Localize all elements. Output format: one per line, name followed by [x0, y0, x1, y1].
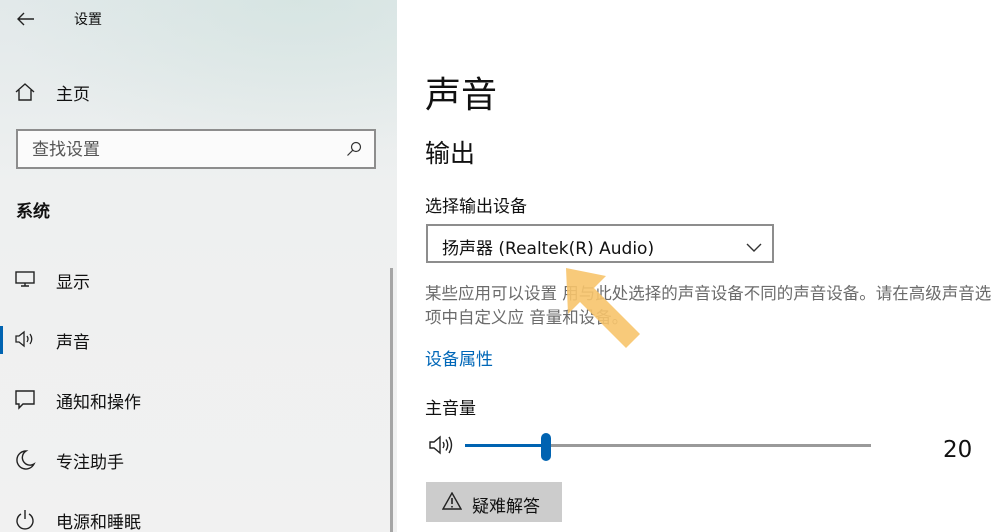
slider-fill [465, 444, 546, 447]
speaker-icon [14, 329, 38, 353]
sidebar-item-label: 通知和操作 [56, 393, 141, 413]
monitor-icon [14, 269, 36, 293]
sidebar-item-home[interactable]: 主页 [0, 74, 397, 108]
chevron-down-icon [746, 238, 762, 257]
master-volume-label: 主音量 [425, 399, 476, 419]
sidebar-item-display[interactable]: 显示 [0, 258, 390, 302]
back-arrow-icon [17, 12, 34, 26]
sidebar-item-label: 电源和睡眠 [56, 513, 141, 532]
sidebar-item-focus-assist[interactable]: 专注助手 [0, 438, 390, 482]
device-properties-link[interactable]: 设备属性 [425, 345, 493, 370]
master-volume-slider[interactable] [465, 431, 871, 461]
page-title: 声音 [425, 75, 498, 116]
moon-icon [14, 449, 36, 475]
volume-speaker-icon[interactable] [428, 433, 456, 461]
sidebar-item-label: 显示 [56, 273, 90, 293]
slider-thumb[interactable] [541, 433, 551, 461]
troubleshoot-button[interactable]: 疑难解答 [426, 482, 562, 522]
notification-icon [14, 389, 36, 415]
main-content: 声音 输出 选择输出设备 扬声器 (Realtek(R) Audio) 某些应用… [397, 0, 999, 532]
annotation-arrow-icon [566, 268, 640, 348]
sidebar-item-label: 主页 [56, 85, 90, 105]
search-icon[interactable] [346, 141, 362, 161]
warning-icon [441, 491, 463, 513]
home-icon [14, 82, 36, 106]
app-title: 设置 [74, 12, 102, 28]
back-button[interactable] [10, 6, 42, 32]
output-device-value: 扬声器 (Realtek(R) Audio) [442, 239, 655, 259]
search-input[interactable] [32, 139, 332, 161]
troubleshoot-label: 疑难解答 [472, 497, 540, 516]
section-heading: 系统 [16, 202, 50, 222]
sidebar-item-label: 声音 [56, 333, 90, 353]
sidebar: 设置 主页 系统 显示 [0, 0, 397, 532]
output-section-title: 输出 [425, 139, 476, 168]
sidebar-item-label: 专注助手 [56, 453, 124, 473]
output-device-select[interactable]: 扬声器 (Realtek(R) Audio) [426, 224, 774, 263]
power-icon [14, 509, 36, 532]
output-device-label: 选择输出设备 [425, 197, 527, 217]
sidebar-scrollbar[interactable] [390, 268, 393, 532]
master-volume-value: 20 [943, 437, 973, 463]
search-box[interactable] [16, 129, 376, 169]
sidebar-item-sound[interactable]: 声音 [0, 318, 390, 362]
sidebar-item-power[interactable]: 电源和睡眠 [0, 498, 390, 532]
output-description: 某些应用可以设置 用与此处选择的声音设备不同的声音设备。请在高级声音选项中自定义… [425, 284, 992, 327]
sidebar-item-notifications[interactable]: 通知和操作 [0, 378, 390, 422]
